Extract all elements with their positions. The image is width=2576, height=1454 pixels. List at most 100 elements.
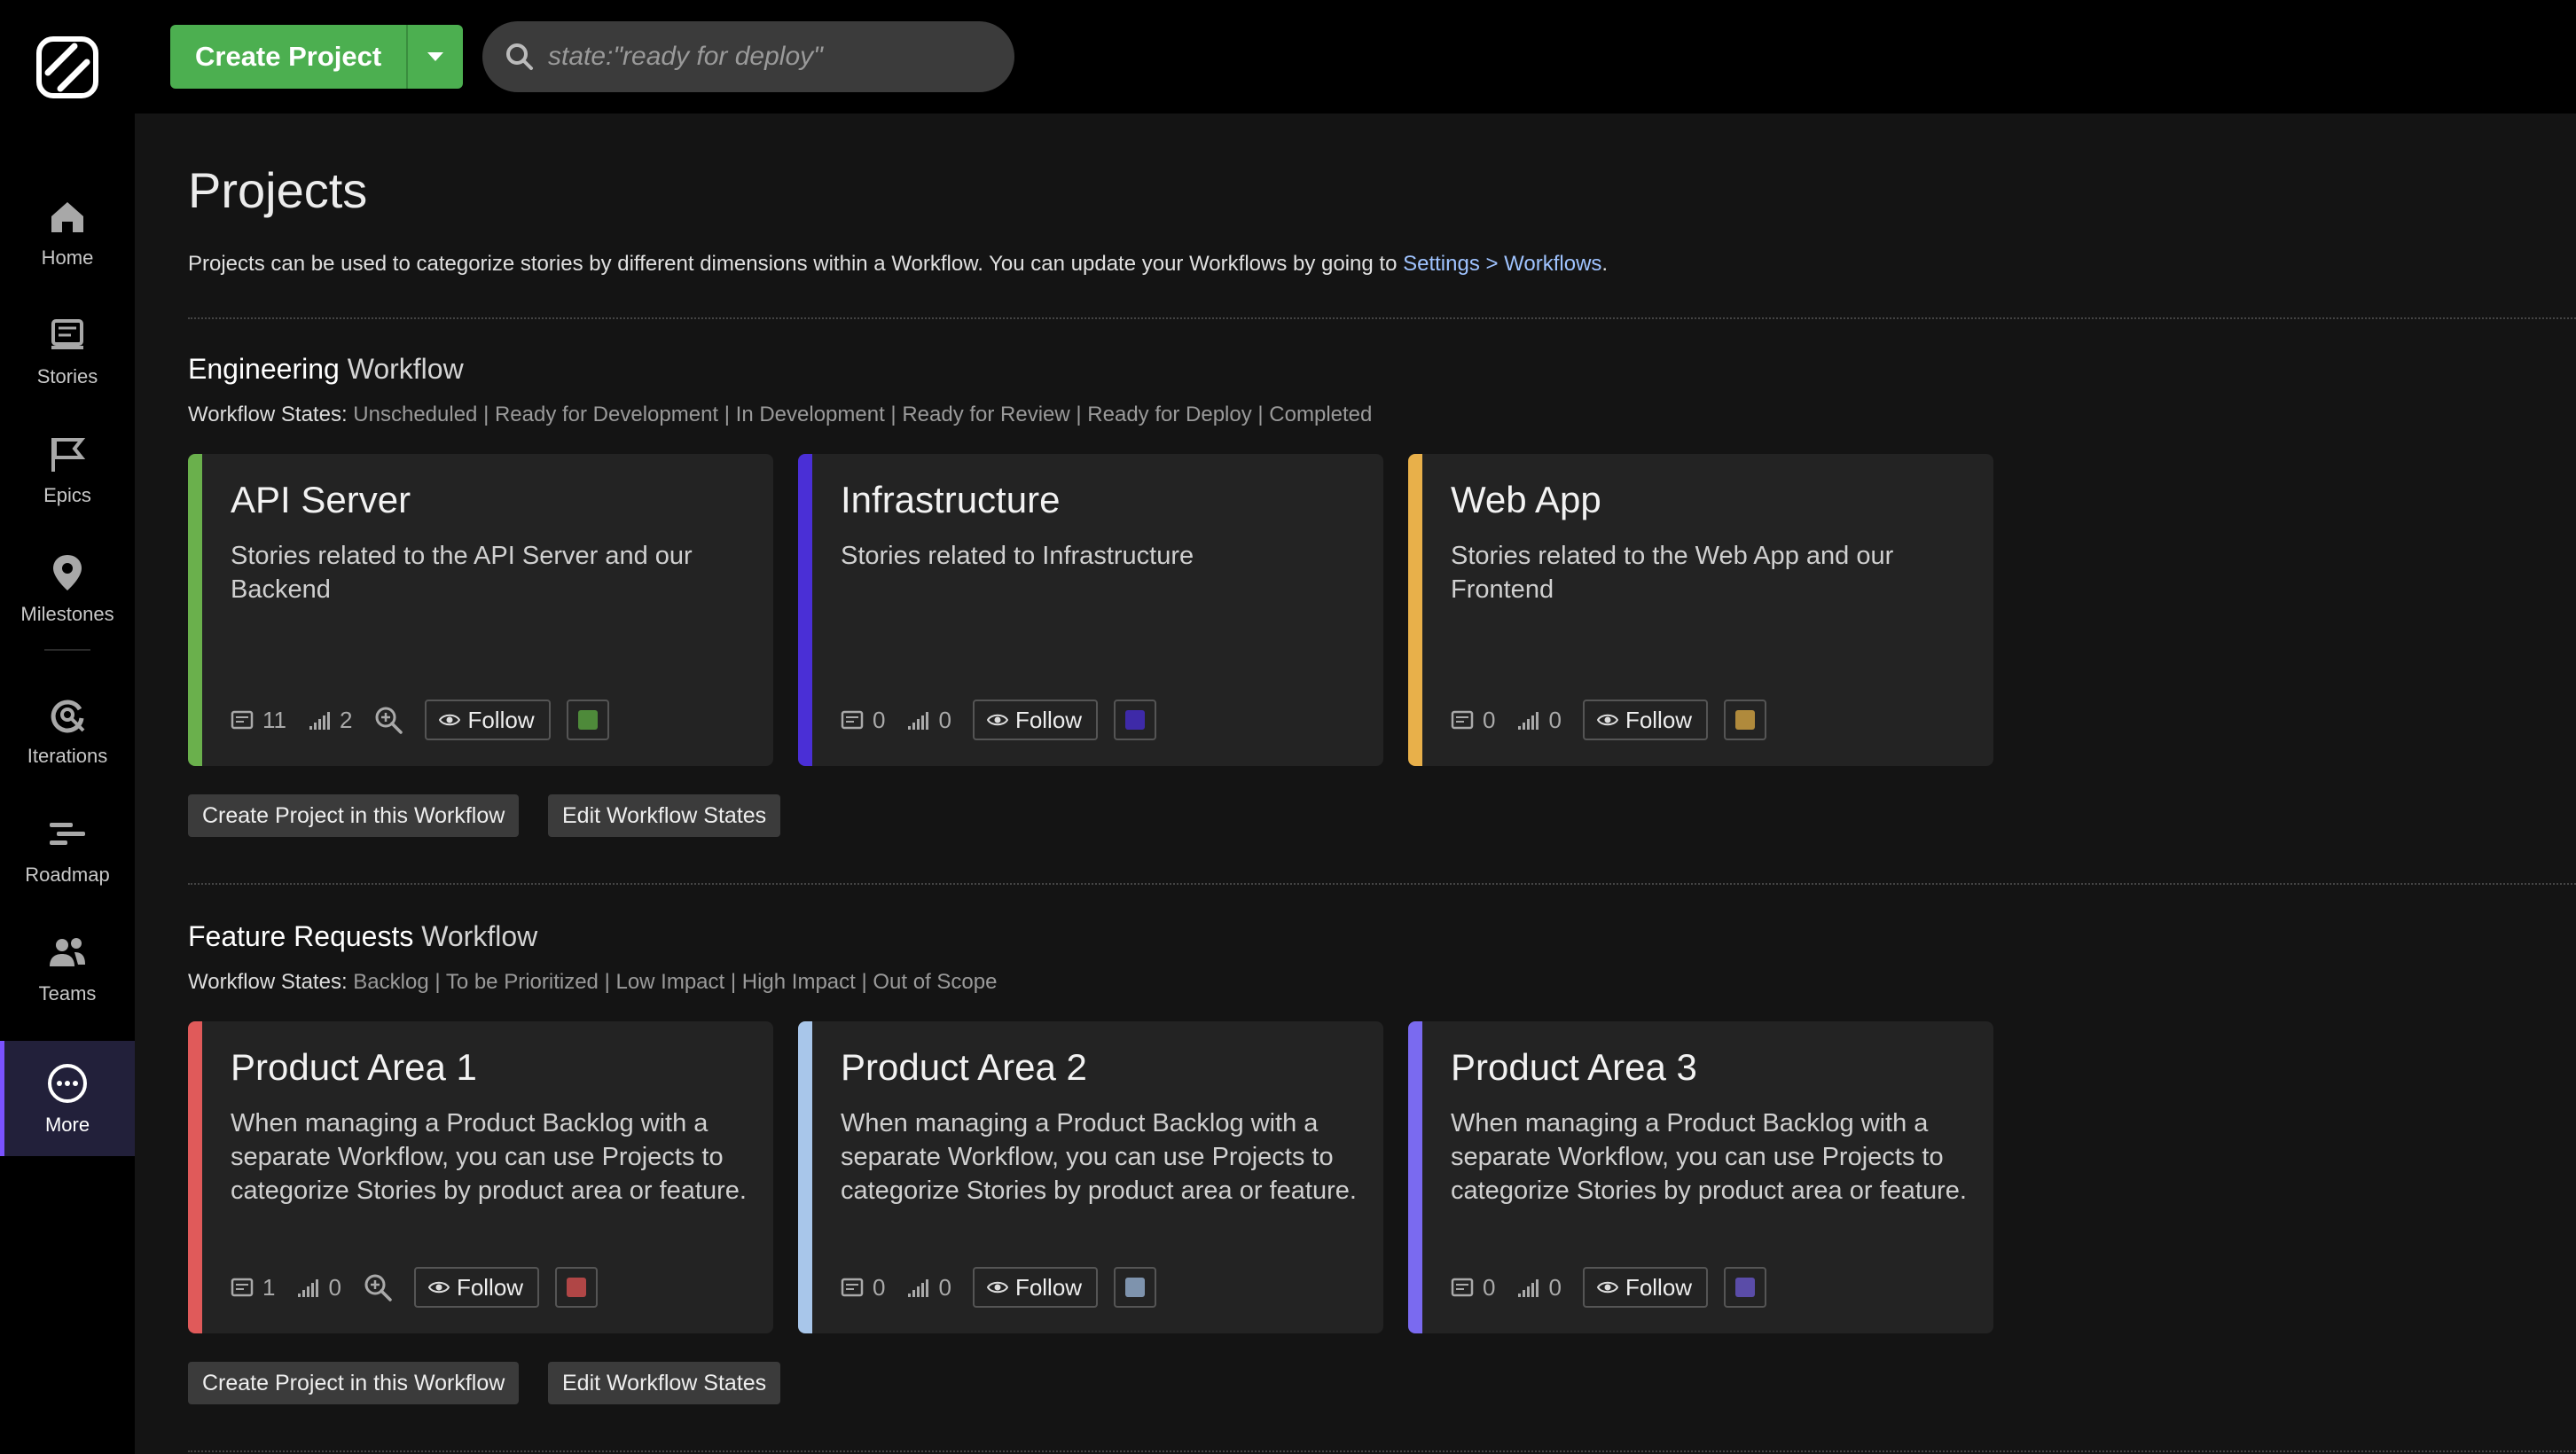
eye-icon xyxy=(1596,1277,1625,1298)
color-picker-button[interactable] xyxy=(566,700,609,740)
project-card-product-area-3[interactable]: Product Area 3 When managing a Product B… xyxy=(1408,1021,1993,1333)
follow-label: Follow xyxy=(1625,706,1693,733)
section-divider xyxy=(188,883,2576,885)
project-name[interactable]: API Server xyxy=(231,479,411,521)
points-count-value: 0 xyxy=(1548,1273,1562,1301)
edit-workflow-states-button[interactable]: Edit Workflow States xyxy=(548,1362,781,1404)
story-icon xyxy=(1451,708,1483,731)
follow-button[interactable]: Follow xyxy=(972,1267,1099,1308)
color-picker-button[interactable] xyxy=(1114,700,1157,740)
project-color-stripe xyxy=(798,454,812,766)
nav-milestones[interactable]: Milestones xyxy=(0,530,135,645)
iterations-icon xyxy=(51,700,85,733)
story-count-value: 11 xyxy=(262,706,286,733)
follow-button[interactable]: Follow xyxy=(425,700,551,740)
create-project-dropdown[interactable] xyxy=(406,25,464,89)
points-icon xyxy=(308,708,340,731)
section-divider xyxy=(188,317,2576,319)
page-intro: Projects can be used to categorize stori… xyxy=(188,252,1608,277)
nav-stories[interactable]: Stories xyxy=(0,293,135,408)
follow-button[interactable]: Follow xyxy=(413,1267,540,1308)
story-count-value: 0 xyxy=(873,706,886,733)
points-count: 0 xyxy=(1516,707,1562,734)
project-name[interactable]: Infrastructure xyxy=(841,479,1060,521)
points-icon xyxy=(296,1276,328,1299)
project-card-infrastructure[interactable]: Infrastructure Stories related to Infras… xyxy=(798,454,1383,766)
color-picker-button[interactable] xyxy=(555,1267,599,1308)
nav-epics[interactable]: Epics xyxy=(0,411,135,527)
project-name[interactable]: Product Area 1 xyxy=(231,1046,477,1089)
map-pin-icon xyxy=(53,555,82,590)
follow-button[interactable]: Follow xyxy=(972,700,1099,740)
zoom-in-icon[interactable] xyxy=(373,705,403,735)
nav-label: Teams xyxy=(38,982,97,1005)
points-count-value: 0 xyxy=(938,706,951,733)
create-project-in-workflow-button[interactable]: Create Project in this Workflow xyxy=(188,1362,520,1404)
create-project-in-workflow-button[interactable]: Create Project in this Workflow xyxy=(188,794,520,837)
project-meta: 1 0 Follow xyxy=(231,1266,599,1309)
nav-teams[interactable]: Teams xyxy=(0,910,135,1025)
eye-icon xyxy=(986,709,1015,731)
project-meta: 0 0 Follow xyxy=(1451,1266,1767,1309)
project-description: When managing a Product Backlog with a s… xyxy=(1451,1109,1967,1205)
search-box[interactable] xyxy=(482,21,1014,92)
nav-roadmap[interactable]: Roadmap xyxy=(0,791,135,906)
project-card-api-server[interactable]: API Server Stories related to the API Se… xyxy=(188,454,773,766)
points-count: 2 xyxy=(308,707,352,734)
project-description: When managing a Product Backlog with a s… xyxy=(841,1109,1357,1205)
main-content: Projects Projects can be used to categor… xyxy=(135,113,2576,1454)
project-name[interactable]: Product Area 2 xyxy=(841,1046,1087,1089)
workflow-name: Engineering xyxy=(188,353,340,385)
edit-workflow-states-button[interactable]: Edit Workflow States xyxy=(548,794,781,837)
story-count-value: 0 xyxy=(1483,706,1496,733)
follow-button[interactable]: Follow xyxy=(1582,700,1709,740)
eye-icon xyxy=(427,1277,457,1298)
story-count: 1 xyxy=(231,1274,275,1302)
points-count-value: 0 xyxy=(328,1273,341,1301)
story-icon xyxy=(231,1276,262,1299)
shortcut-logo-icon[interactable] xyxy=(35,35,99,99)
project-meta: 11 2 Follow xyxy=(231,699,609,741)
intro-end: . xyxy=(1601,252,1609,276)
settings-workflows-link[interactable]: Settings > Workflows xyxy=(1403,252,1601,276)
nav-label: Roadmap xyxy=(25,864,110,886)
workflow-states-list: Backlog | To be Prioritized | Low Impact… xyxy=(353,970,998,994)
project-description: Stories related to Infrastructure xyxy=(841,542,1194,570)
color-picker-button[interactable] xyxy=(1724,1267,1767,1308)
eye-icon xyxy=(439,709,467,731)
workflow-suffix: Workflow xyxy=(347,353,464,385)
color-picker-button[interactable] xyxy=(1114,1267,1157,1308)
follow-label: Follow xyxy=(1625,1273,1693,1301)
flag-icon xyxy=(51,438,86,472)
project-card-product-area-1[interactable]: Product Area 1 When managing a Product B… xyxy=(188,1021,773,1333)
nav-iterations[interactable]: Iterations xyxy=(0,672,135,787)
story-count-value: 1 xyxy=(262,1273,276,1301)
project-description: Stories related to the Web App and our F… xyxy=(1451,542,1894,604)
color-swatch xyxy=(1125,710,1146,730)
roadmap-icon xyxy=(50,823,85,845)
search-input[interactable] xyxy=(548,42,974,72)
nav-divider xyxy=(44,649,90,651)
create-project-button[interactable]: Create Project xyxy=(170,25,407,89)
color-picker-button[interactable] xyxy=(1724,700,1767,740)
project-color-stripe xyxy=(188,1021,202,1333)
story-count: 0 xyxy=(841,1274,885,1302)
story-icon xyxy=(1451,1276,1483,1299)
story-icon xyxy=(231,708,262,731)
points-icon xyxy=(906,708,938,731)
page-title: Projects xyxy=(188,162,368,218)
project-card-web-app[interactable]: Web App Stories related to the Web App a… xyxy=(1408,454,1993,766)
nav-more[interactable]: More xyxy=(0,1041,135,1156)
follow-button[interactable]: Follow xyxy=(1582,1267,1709,1308)
project-name[interactable]: Product Area 3 xyxy=(1451,1046,1697,1089)
story-count: 0 xyxy=(1451,1274,1495,1302)
search-icon xyxy=(506,43,533,70)
nav-label: Milestones xyxy=(20,603,114,625)
color-swatch xyxy=(1735,710,1756,730)
zoom-in-icon[interactable] xyxy=(363,1272,393,1302)
nav-home[interactable]: Home xyxy=(0,174,135,289)
story-count-value: 0 xyxy=(1483,1273,1496,1301)
project-card-product-area-2[interactable]: Product Area 2 When managing a Product B… xyxy=(798,1021,1383,1333)
project-name[interactable]: Web App xyxy=(1451,479,1601,521)
follow-label: Follow xyxy=(1014,706,1083,733)
